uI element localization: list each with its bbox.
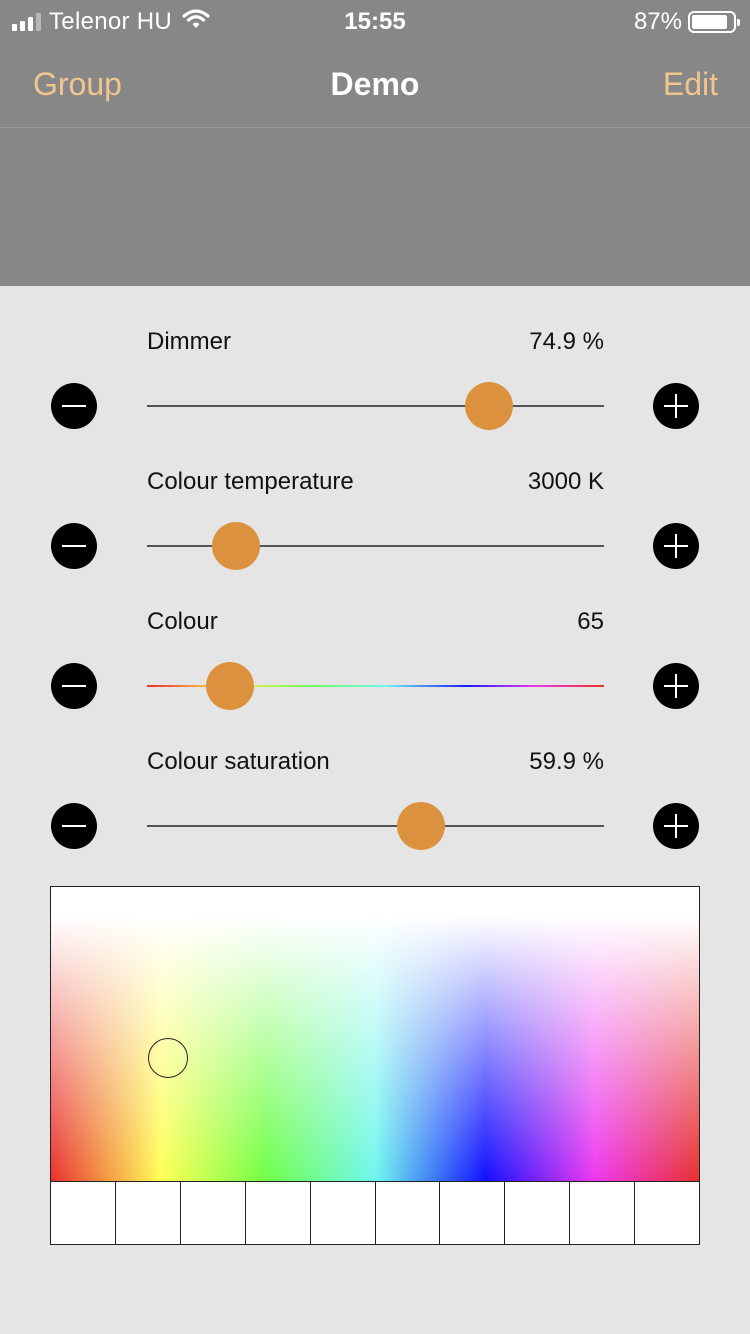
dimmer-decrease-button[interactable] xyxy=(51,383,97,429)
colour-spectrum[interactable] xyxy=(51,887,699,1181)
colour-saturation-slider-thumb[interactable] xyxy=(396,802,445,850)
colour-slider-thumb[interactable] xyxy=(206,662,255,710)
colour-preset-swatch[interactable] xyxy=(440,1182,506,1244)
colour-value: 65 xyxy=(577,608,604,635)
page-title: Demo xyxy=(330,66,420,102)
colour-preset-swatch[interactable] xyxy=(375,1182,441,1244)
navigation-bar: Group Demo Edit xyxy=(0,42,750,128)
colour-label: Colour xyxy=(147,608,218,635)
colour-preset-swatch[interactable] xyxy=(570,1182,636,1244)
colour-preset-swatch[interactable] xyxy=(180,1182,246,1244)
colour-picker-handle[interactable] xyxy=(147,1037,188,1078)
dimmer-value: 74.9 % xyxy=(529,328,604,355)
colour-preset-swatch[interactable] xyxy=(505,1182,571,1244)
header-area: Telenor HU 15:55 87% Group Demo Edit xyxy=(0,0,750,286)
colour-preset-swatch[interactable] xyxy=(310,1182,376,1244)
colour-temperature-value: 3000 K xyxy=(527,468,604,495)
colour-temperature-increase-button[interactable] xyxy=(653,523,699,569)
edit-button[interactable]: Edit xyxy=(663,66,718,103)
colour-temperature-control: Colour temperature 3000 K xyxy=(0,468,750,608)
dimmer-control: Dimmer 74.9 % xyxy=(0,328,750,468)
colour-saturation-control: Colour saturation 59.9 % xyxy=(0,748,750,888)
colour-preset-swatch[interactable] xyxy=(51,1182,116,1244)
dimmer-slider-thumb[interactable] xyxy=(465,382,514,430)
colour-preset-row xyxy=(51,1181,700,1244)
status-right: 87% xyxy=(633,8,740,36)
colour-saturation-label: Colour saturation xyxy=(147,748,330,775)
dimmer-label: Dimmer xyxy=(147,328,231,355)
colour-decrease-button[interactable] xyxy=(51,663,97,709)
colour-saturation-value: 59.9 % xyxy=(529,748,604,775)
colour-preset-swatch[interactable] xyxy=(635,1182,700,1244)
colour-temperature-decrease-button[interactable] xyxy=(51,523,97,569)
colour-saturation-decrease-button[interactable] xyxy=(51,803,97,849)
battery-icon xyxy=(688,11,740,33)
colour-saturation-slider-track[interactable] xyxy=(147,825,604,827)
colour-picker xyxy=(50,886,700,1245)
colour-control: Colour 65 xyxy=(0,608,750,748)
battery-fill xyxy=(692,15,727,29)
status-bar: Telenor HU 15:55 87% xyxy=(0,0,750,42)
colour-increase-button[interactable] xyxy=(653,663,699,709)
colour-saturation-increase-button[interactable] xyxy=(653,803,699,849)
colour-preset-swatch[interactable] xyxy=(115,1182,181,1244)
colour-temperature-label: Colour temperature xyxy=(147,468,354,495)
colour-preset-swatch[interactable] xyxy=(245,1182,311,1244)
dimmer-slider-track[interactable] xyxy=(147,405,604,407)
dimmer-increase-button[interactable] xyxy=(653,383,699,429)
battery-percent: 87% xyxy=(633,8,682,35)
colour-temperature-slider-thumb[interactable] xyxy=(212,522,261,570)
